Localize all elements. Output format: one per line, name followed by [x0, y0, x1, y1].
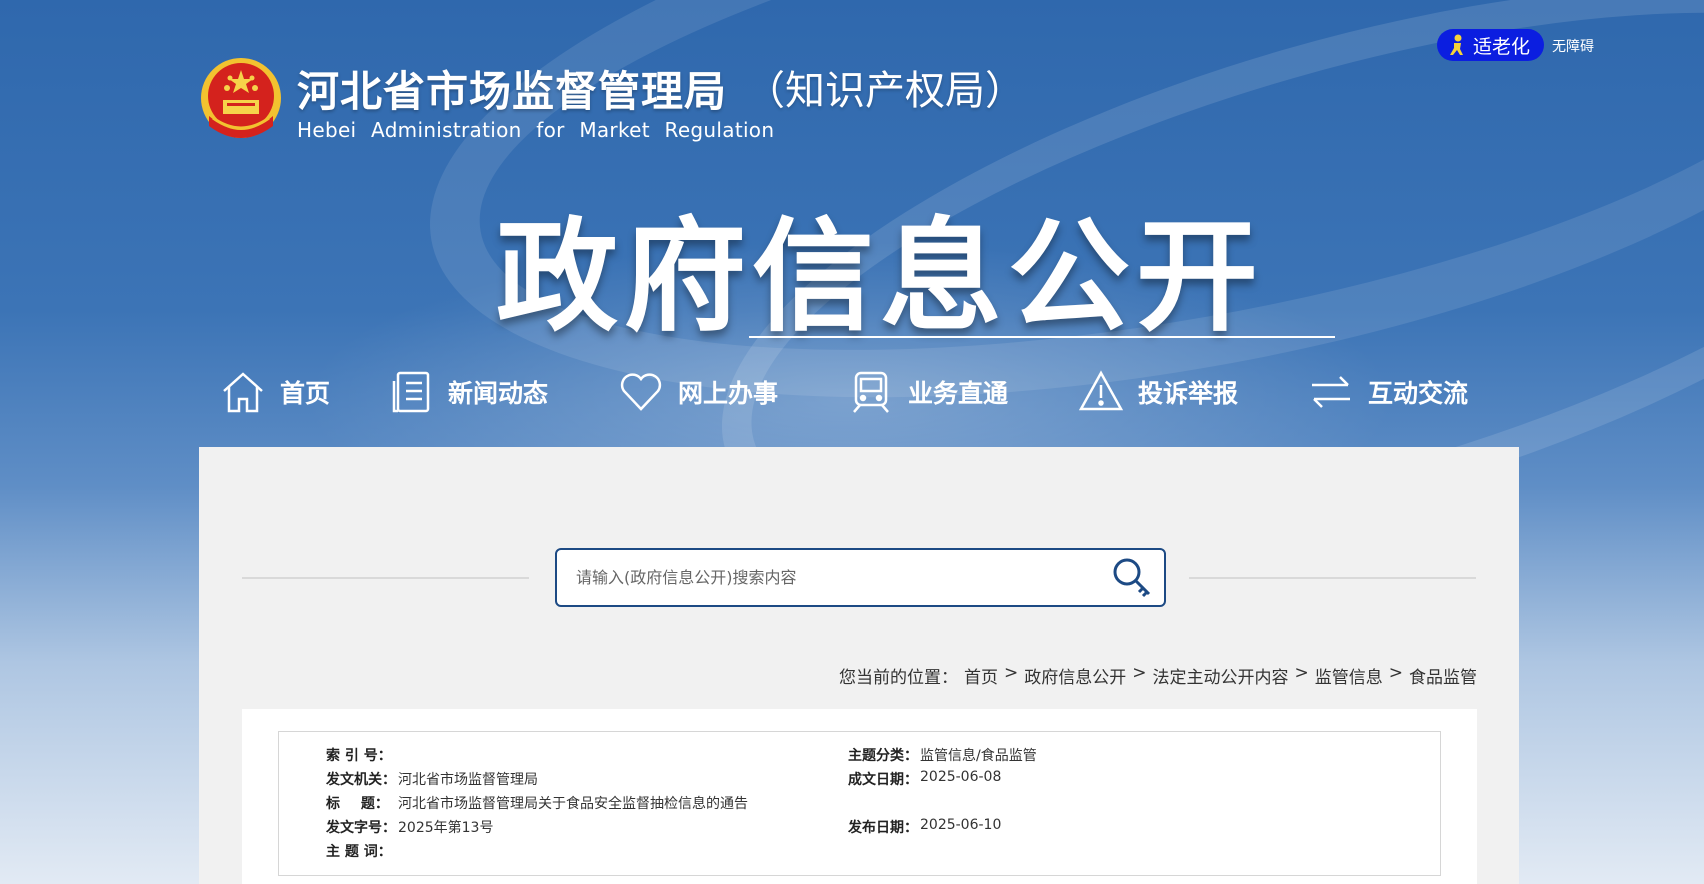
info-keywords-row: 主 题 词：: [326, 841, 398, 861]
breadcrumb-prefix: 您当前的位置：: [839, 668, 958, 688]
search-divider-left: [242, 577, 529, 579]
elder-mode-button[interactable]: 适老化: [1437, 29, 1544, 61]
search-divider-right: [1189, 577, 1476, 579]
breadcrumb-link[interactable]: 监管信息: [1315, 663, 1383, 688]
info-label: 发文机关：: [326, 772, 396, 788]
nav-item-label: 业务直通: [908, 379, 1009, 408]
nav-item-complaint[interactable]: 投诉举报: [1078, 364, 1238, 420]
site-title-english: Hebei Administration for Market Regulati…: [297, 118, 775, 142]
info-label: 主 题 词：: [326, 844, 392, 860]
nav-item-label: 新闻动态: [448, 379, 549, 408]
news-icon: [392, 371, 430, 413]
exchange-icon: [1312, 376, 1350, 408]
breadcrumb-link[interactable]: 首页: [964, 663, 998, 688]
nav-item-label: 首页: [280, 379, 331, 408]
breadcrumb: 您当前的位置： 首页 > 政府信息公开 > 法定主动公开内容 > 监管信息 > …: [839, 663, 1477, 688]
info-issuer-row: 发文机关： 河北省市场监督管理局: [326, 769, 538, 789]
info-doc-no-row: 发文字号： 2025年第13号: [326, 817, 493, 837]
info-label: 主题分类：: [848, 748, 918, 764]
info-value: 河北省市场监督管理局: [398, 772, 538, 788]
info-index-row: 索 引 号：: [326, 745, 398, 765]
nav-item-label: 投诉举报: [1138, 379, 1239, 408]
banner-title-underline: [749, 336, 1335, 338]
nav-item-home[interactable]: 首页: [220, 364, 330, 420]
nav-item-interaction[interactable]: 互动交流: [1308, 364, 1468, 420]
accessibility-link[interactable]: 无障碍: [1552, 36, 1594, 56]
info-label: 发文字号：: [326, 820, 396, 836]
info-value: 2025-06-10: [920, 817, 1002, 833]
breadcrumb-link[interactable]: 政府信息公开: [1024, 663, 1126, 688]
info-created-row: 成文日期： 2025-06-08: [848, 769, 1001, 789]
info-topic-row: 主题分类： 监管信息/食品监管: [848, 745, 1037, 765]
breadcrumb-separator: >: [1132, 663, 1147, 683]
national-emblem-icon: [201, 58, 281, 138]
elderly-person-icon: [1450, 34, 1463, 55]
breadcrumb-separator: >: [1388, 663, 1403, 683]
breadcrumb-link[interactable]: 食品监管: [1409, 663, 1477, 688]
warning-icon: [1078, 370, 1124, 411]
breadcrumb-link[interactable]: 法定主动公开内容: [1153, 663, 1289, 688]
elder-mode-label: 适老化: [1473, 35, 1531, 58]
search-key-icon: [1113, 558, 1151, 597]
site-title: 河北省市场监督管理局: [297, 67, 728, 116]
info-value: 河北省市场监督管理局关于食品安全监督抽检信息的通告: [398, 796, 748, 812]
info-label: 标 题：: [326, 796, 389, 812]
info-value: 2025-06-08: [920, 769, 1002, 785]
search-button[interactable]: [1100, 550, 1164, 605]
breadcrumb-separator: >: [1004, 663, 1019, 683]
search-input[interactable]: [557, 550, 1100, 605]
document-info-table: 索 引 号： 主题分类： 监管信息/食品监管 发文机关： 河北省市场监督管理局 …: [278, 731, 1441, 876]
document-info-card: 索 引 号： 主题分类： 监管信息/食品监管 发文机关： 河北省市场监督管理局 …: [242, 709, 1477, 884]
train-icon: [853, 371, 889, 413]
content-panel: 您当前的位置： 首页 > 政府信息公开 > 法定主动公开内容 > 监管信息 > …: [199, 447, 1519, 884]
info-publish-row: 发布日期： 2025-06-10: [848, 817, 1001, 837]
info-value: 2025年第13号: [398, 820, 494, 836]
banner-title: 政府信息公开: [496, 206, 1264, 348]
info-value: 监管信息/食品监管: [920, 748, 1037, 764]
info-title-row: 标 题： 河北省市场监督管理局关于食品安全监督抽检信息的通告: [326, 793, 748, 813]
info-label: 发布日期：: [848, 820, 918, 836]
breadcrumb-separator: >: [1294, 663, 1309, 683]
nav-item-label: 互动交流: [1368, 379, 1469, 408]
nav-item-online-service[interactable]: 网上办事: [618, 364, 778, 420]
heart-icon: [620, 373, 662, 411]
page: 河北省市场监督管理局 （知识产权局） Hebei Administration …: [0, 0, 1704, 884]
info-label: 成文日期：: [848, 772, 918, 788]
search-box: [555, 548, 1166, 607]
info-label: 索 引 号：: [326, 748, 392, 764]
nav-item-label: 网上办事: [678, 379, 779, 408]
nav-item-business[interactable]: 业务直通: [848, 364, 1008, 420]
site-subtitle: （知识产权局）: [745, 68, 1025, 114]
home-icon: [223, 372, 263, 413]
nav-item-news[interactable]: 新闻动态: [388, 364, 548, 420]
